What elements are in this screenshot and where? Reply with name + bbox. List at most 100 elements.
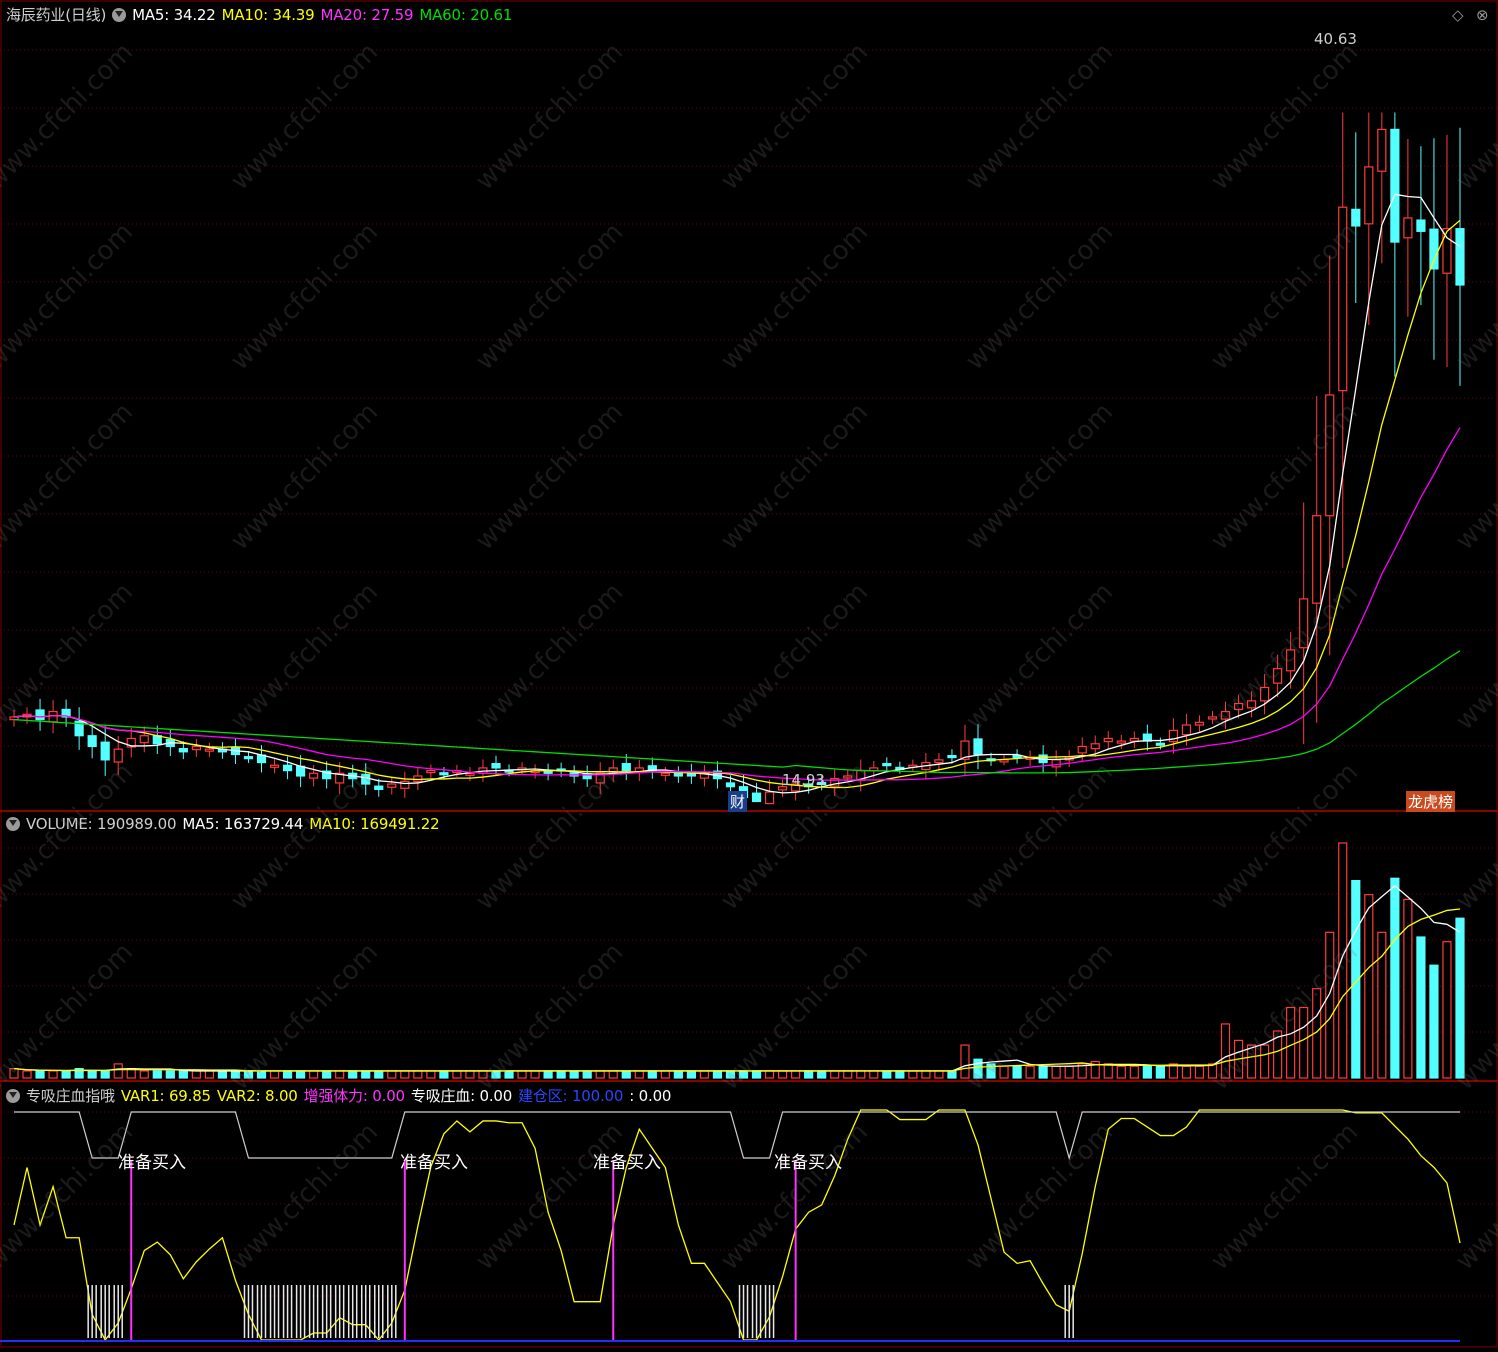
volume-bar — [35, 1070, 45, 1079]
volume-bar — [1051, 1065, 1061, 1079]
volume-bar — [621, 1070, 631, 1079]
chart-stage: 海辰药业(日线) MA5: 34.22 MA10: 34.39 MA20: 27.59… — [0, 0, 1498, 1348]
volume-bar — [699, 1070, 710, 1079]
candle-body — [1116, 740, 1126, 744]
candle-body — [1442, 228, 1452, 274]
candle-body — [1077, 745, 1087, 754]
volume-bar — [374, 1070, 384, 1079]
volume-bar — [725, 1070, 736, 1079]
volume-bar — [1299, 1006, 1309, 1079]
volume-bar — [269, 1070, 280, 1079]
candle-body — [269, 764, 280, 768]
zxzx-legend: 专吸庄血: 0.00 — [410, 1087, 513, 1105]
volume-bar — [100, 1070, 110, 1079]
candle-body — [1273, 668, 1283, 684]
volume-bar — [491, 1070, 501, 1079]
candle-body — [1299, 598, 1309, 649]
candle-body — [426, 770, 436, 774]
ma20-line — [13, 427, 1461, 781]
volume-bar — [9, 1067, 19, 1079]
candle-body — [1338, 206, 1348, 392]
volume-bar — [256, 1070, 267, 1079]
low-price-label: 14.93 — [782, 771, 825, 789]
volume-bar — [751, 1070, 762, 1079]
candle-body — [139, 735, 149, 744]
indicator-name[interactable]: 专吸庄血指哦 — [26, 1087, 115, 1105]
candle-body — [374, 785, 384, 790]
zqtl-legend: 增强体力: 0.00 — [303, 1087, 405, 1105]
volume-bar — [478, 1070, 488, 1079]
volume-bar — [921, 1070, 931, 1079]
dropdown-icon[interactable] — [112, 8, 127, 22]
frame — [0, 0, 1498, 1348]
var2-legend: VAR2: 8.00 — [216, 1087, 298, 1105]
volume-bar — [673, 1070, 683, 1079]
ma10-legend: MA10: 34.39 — [221, 6, 315, 24]
volume-bar — [1246, 1044, 1257, 1079]
volume-bar — [1455, 917, 1465, 1079]
volume-bar — [804, 1070, 814, 1079]
volume-bar — [504, 1070, 514, 1079]
volume-bar — [217, 1070, 228, 1079]
volume-bar — [178, 1070, 188, 1079]
volume-bar — [1012, 1065, 1022, 1079]
dragon-tiger-badge[interactable]: 龙虎榜 — [1406, 791, 1456, 812]
volume-bar — [517, 1070, 527, 1079]
volume-bar — [322, 1070, 332, 1079]
stock-title[interactable]: 海辰药业(日线) — [6, 6, 106, 24]
buy-signal-label: 准备买入 — [118, 1153, 186, 1173]
finance-badge[interactable]: 财 — [728, 791, 748, 812]
volume-bar — [1442, 941, 1452, 1079]
candle-body — [1090, 743, 1100, 750]
candle-body — [764, 791, 775, 805]
diamond-icon[interactable]: ◇ — [1452, 6, 1464, 24]
volume-bar — [1103, 1063, 1113, 1079]
volume-bar — [712, 1070, 723, 1079]
var1-legend: VAR1: 69.85 — [120, 1087, 211, 1105]
dropdown-icon[interactable] — [6, 817, 20, 831]
volume-bar — [1142, 1065, 1152, 1079]
volume-bar — [1064, 1065, 1074, 1079]
candle-body — [361, 773, 371, 785]
volume-bar — [947, 1070, 957, 1079]
volume-bar — [282, 1070, 293, 1079]
volume-bar — [230, 1070, 241, 1079]
dropdown-icon[interactable] — [6, 1089, 20, 1103]
volume-bar — [1025, 1065, 1035, 1079]
ma20-legend: MA20: 27.59 — [320, 6, 414, 24]
chart-canvas — [0, 0, 1498, 1348]
volume-bar — [243, 1070, 254, 1079]
volume-bar — [48, 1070, 58, 1079]
volume-bar — [1155, 1065, 1165, 1079]
volume-bar — [1390, 877, 1400, 1079]
candle-body — [1181, 724, 1192, 736]
volume-bar — [1286, 1006, 1296, 1079]
volume-bar — [152, 1070, 162, 1079]
volume-bar — [634, 1070, 644, 1079]
volume-bar — [348, 1070, 358, 1079]
volume-bar — [335, 1070, 345, 1079]
volume-bar — [1220, 1023, 1231, 1079]
candle-body — [725, 782, 736, 788]
volume-bar — [1181, 1065, 1192, 1079]
candle-body — [243, 756, 254, 760]
candle-body — [843, 775, 853, 779]
volume-bar — [530, 1070, 540, 1079]
volume-panel-header: VOLUME: 190989.00 MA5: 163729.44 MA10: 169… — [6, 815, 445, 833]
candle-body — [1403, 217, 1413, 239]
volume-bar — [1364, 894, 1374, 1079]
volume-bar — [1129, 1065, 1139, 1079]
close-icon[interactable]: ⊗ — [1476, 6, 1489, 24]
candle-body — [35, 709, 45, 721]
volume-bar — [1259, 1044, 1270, 1079]
candle-body — [1012, 754, 1022, 759]
volume-bar — [1116, 1065, 1126, 1079]
volume-bar — [569, 1070, 579, 1079]
volume-bar — [777, 1070, 788, 1079]
volume-bar — [204, 1070, 215, 1079]
volume-bar — [1338, 842, 1348, 1079]
var1-line — [13, 1109, 1461, 1342]
volume-bar — [1325, 931, 1335, 1079]
volume-bar — [738, 1070, 749, 1079]
candle-body — [1155, 742, 1165, 746]
